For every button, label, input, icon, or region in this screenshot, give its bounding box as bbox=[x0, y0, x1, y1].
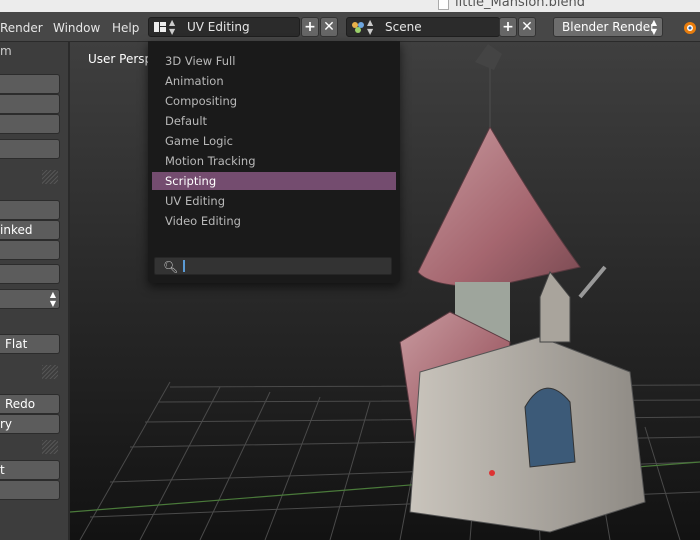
screen-layout-dropdown[interactable]: 3D View Full Animation Compositing Defau… bbox=[148, 41, 400, 283]
close-icon: ✕ bbox=[521, 19, 533, 35]
layout-item-game-logic[interactable]: Game Logic bbox=[152, 132, 396, 150]
shelf-button[interactable] bbox=[0, 200, 60, 220]
close-icon: ✕ bbox=[323, 19, 335, 35]
render-engine-label: Blender Render bbox=[562, 20, 656, 34]
3d-cursor-icon[interactable] bbox=[489, 470, 495, 476]
window-title: little_Mansion.blend bbox=[455, 0, 586, 10]
updown-arrows-icon: ▲ ▼ bbox=[169, 18, 176, 36]
updown-arrows-icon: ▲ ▼ bbox=[49, 290, 56, 308]
shelf-button[interactable] bbox=[0, 94, 60, 114]
layout-item-video-editing[interactable]: Video Editing bbox=[152, 212, 396, 230]
plus-icon: + bbox=[304, 19, 316, 35]
updown-arrows-icon: ▲ ▼ bbox=[367, 18, 374, 36]
shelf-button[interactable] bbox=[0, 139, 60, 159]
shelf-button[interactable]: t bbox=[0, 460, 60, 480]
layout-item-motion-tracking[interactable]: Motion Tracking bbox=[152, 152, 396, 170]
shelf-button-history[interactable]: ry bbox=[0, 414, 60, 434]
shelf-button-flat[interactable]: Flat bbox=[0, 334, 60, 354]
plus-icon: + bbox=[502, 19, 514, 35]
menu-help[interactable]: Help bbox=[112, 21, 139, 35]
screen-layout-name[interactable]: UV Editing bbox=[187, 18, 250, 36]
panel-grip-icon[interactable] bbox=[42, 365, 58, 379]
add-screen-button[interactable]: + bbox=[301, 17, 319, 37]
shelf-button[interactable] bbox=[0, 264, 60, 284]
layout-search-input[interactable]: 🔍︎ bbox=[154, 257, 392, 275]
search-icon: 🔍︎ bbox=[163, 260, 179, 274]
add-scene-button[interactable]: + bbox=[499, 17, 517, 37]
menu-render[interactable]: Render bbox=[0, 21, 43, 35]
layout-item-uv-editing[interactable]: UV Editing bbox=[152, 192, 396, 210]
layout-item-3d-view-full[interactable]: 3D View Full bbox=[152, 52, 396, 70]
info-header: Render Window Help ▲ ▼ UV Editing + ✕ ▲ ▼ … bbox=[0, 12, 700, 42]
shelf-button[interactable] bbox=[0, 74, 60, 94]
shelf-button-linked[interactable]: inked bbox=[0, 220, 60, 240]
tool-shelf: m inked ▲ ▼ Flat Redo ry t bbox=[0, 42, 70, 540]
render-engine-selector[interactable]: Blender Render ▲ ▼ bbox=[553, 17, 663, 37]
screen-layout-icon bbox=[154, 22, 166, 32]
blender-logo-icon bbox=[684, 22, 696, 34]
scene-icon bbox=[352, 22, 364, 33]
window-titlebar: little_Mansion.blend bbox=[0, 0, 700, 12]
viewport-view-label: User Persp bbox=[88, 52, 153, 66]
shelf-button[interactable] bbox=[0, 480, 60, 500]
shelf-button[interactable] bbox=[0, 114, 60, 134]
updown-arrows-icon: ▲ ▼ bbox=[650, 18, 657, 36]
panel-grip-icon[interactable] bbox=[42, 170, 58, 184]
delete-scene-button[interactable]: ✕ bbox=[518, 17, 536, 37]
menu-window[interactable]: Window bbox=[53, 21, 100, 35]
scene-name[interactable]: Scene bbox=[385, 18, 422, 36]
document-icon bbox=[438, 0, 449, 10]
layout-item-default[interactable]: Default bbox=[152, 112, 396, 130]
redo-button[interactable]: Redo bbox=[0, 394, 60, 414]
shelf-tab-label: m bbox=[0, 44, 12, 58]
shelf-dropdown[interactable]: ▲ ▼ bbox=[0, 289, 60, 309]
screen-layout-selector[interactable]: ▲ ▼ UV Editing bbox=[148, 17, 300, 37]
layout-item-compositing[interactable]: Compositing bbox=[152, 92, 396, 110]
layout-item-scripting[interactable]: Scripting bbox=[152, 172, 396, 190]
panel-grip-icon[interactable] bbox=[42, 440, 58, 454]
scene-selector[interactable]: ▲ ▼ Scene bbox=[346, 17, 500, 37]
text-caret bbox=[183, 260, 185, 272]
layout-item-animation[interactable]: Animation bbox=[152, 72, 396, 90]
delete-screen-button[interactable]: ✕ bbox=[320, 17, 338, 37]
shelf-button[interactable] bbox=[0, 240, 60, 260]
